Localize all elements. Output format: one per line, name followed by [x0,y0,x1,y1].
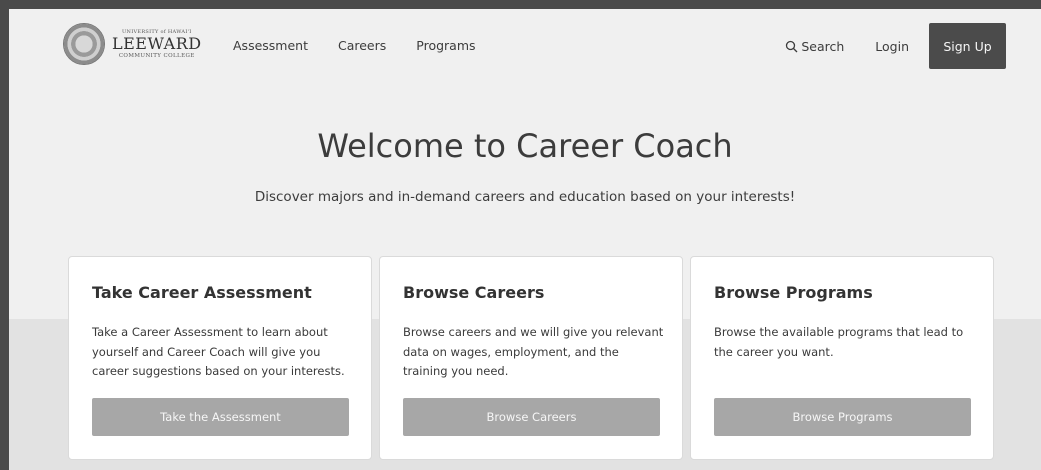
browse-programs-button[interactable]: Browse Programs [714,398,971,436]
logo-wordmark: UNIVERSITY of HAWAI'I LEEWARD COMMUNITY … [112,29,202,59]
logo-name: LEEWARD [112,34,202,53]
card-description: Browse careers and we will give you rele… [403,325,664,378]
main-nav: Assessment Careers Programs [233,38,476,53]
page-subtitle: Discover majors and in-demand careers an… [254,189,796,205]
nav-assessment[interactable]: Assessment [233,38,308,53]
search-label: Search [801,38,845,54]
browse-careers-button[interactable]: Browse Careers [403,398,660,436]
card-title: Browse Programs [714,283,873,302]
take-assessment-button[interactable]: Take the Assessment [92,398,349,436]
assessment-card: Take Career Assessment Take a Career Ass… [68,256,372,460]
college-seal-logo [63,23,105,65]
card-description: Browse the available programs that lead … [714,325,964,359]
card-description: Take a Career Assessment to learn about … [92,325,345,378]
card-title: Browse Careers [403,283,545,302]
login-link[interactable]: Login [875,39,909,54]
logo-subtext: COMMUNITY COLLEGE [118,53,195,59]
search-icon [786,40,798,52]
search-link[interactable]: Search [785,39,844,54]
careers-card: Browse Careers Browse careers and we wil… [379,256,683,460]
page-frame: UNIVERSITY of HAWAI'I LEEWARD COMMUNITY … [9,9,1041,470]
nav-careers[interactable]: Careers [338,38,386,53]
page-title: Welcome to Career Coach [317,127,733,165]
programs-card: Browse Programs Browse the available pro… [690,256,994,460]
account-nav: Search Login Sign Up [785,23,1006,69]
signup-button[interactable]: Sign Up [929,23,1006,69]
nav-programs[interactable]: Programs [416,38,475,53]
card-title: Take Career Assessment [92,283,312,302]
site-header: UNIVERSITY of HAWAI'I LEEWARD COMMUNITY … [9,9,1041,85]
college-logo[interactable]: UNIVERSITY of HAWAI'I LEEWARD COMMUNITY … [63,23,202,65]
